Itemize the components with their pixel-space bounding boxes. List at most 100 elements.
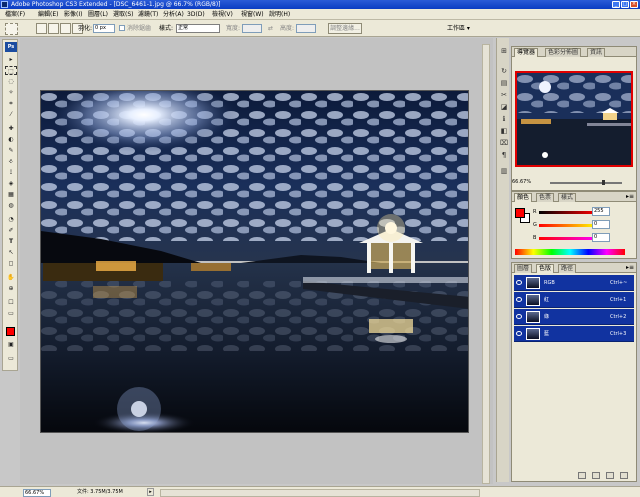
delete-channel-icon[interactable]	[620, 472, 628, 479]
blue-slider[interactable]	[539, 237, 597, 240]
new-selection-icon[interactable]	[36, 23, 47, 34]
eye-icon[interactable]	[516, 297, 522, 302]
magic-wand-tool-icon[interactable]: ✧	[5, 88, 17, 97]
eye-icon[interactable]	[516, 280, 522, 285]
feather-input[interactable]: 0 px	[93, 24, 115, 33]
healing-brush-tool-icon[interactable]: ✚	[5, 124, 17, 133]
green-value-input[interactable]: 0	[592, 220, 610, 229]
width-input[interactable]	[242, 24, 262, 33]
dock-measurement-icon[interactable]: ⌧	[499, 138, 509, 148]
move-tool-icon[interactable]: ▸	[5, 55, 17, 64]
save-selection-icon[interactable]	[592, 472, 600, 479]
panel-menu-icon[interactable]: ▸≡	[626, 264, 634, 272]
close-button[interactable]: ×	[630, 1, 638, 8]
dock-history-icon[interactable]: ↻	[499, 66, 509, 76]
tab-channels[interactable]: 色版	[536, 264, 555, 273]
eye-icon[interactable]	[516, 331, 522, 336]
subtract-selection-icon[interactable]	[60, 23, 71, 34]
tab-layers[interactable]: 圖層	[514, 264, 533, 273]
foreground-color-swatch-panel[interactable]	[515, 208, 525, 218]
clone-stamp-tool-icon[interactable]: ✎	[5, 146, 17, 155]
tab-histogram[interactable]: 色彩分佈圖	[545, 48, 582, 57]
add-to-selection-icon[interactable]	[48, 23, 59, 34]
dodge-tool-icon[interactable]: ◍	[5, 201, 17, 210]
screen-mode-icon[interactable]: ▭	[5, 354, 17, 363]
new-channel-icon[interactable]	[606, 472, 614, 479]
tab-color[interactable]: 顏色	[514, 193, 533, 202]
history-brush-tool-icon[interactable]: ⎀	[5, 157, 17, 166]
menu-edit[interactable]: 編輯(E)	[38, 11, 58, 18]
color-spectrum-bar[interactable]	[515, 249, 625, 255]
swap-icon[interactable]: ⇄	[268, 25, 273, 32]
tab-swatches[interactable]: 色票	[536, 193, 555, 202]
hand-tool-icon[interactable]: ✋	[5, 273, 17, 282]
menu-image[interactable]: 影像(I)	[64, 11, 82, 18]
brush-tool-icon[interactable]: ◐	[5, 135, 17, 144]
eyedropper-tool-icon[interactable]: ▭	[5, 309, 17, 318]
channel-row-green[interactable]: 綠 Ctrl+2	[514, 309, 634, 325]
menu-file[interactable]: 檔案(F)	[5, 11, 25, 18]
antialias-checkbox[interactable]	[119, 25, 125, 31]
navigator-zoom-value[interactable]: 66.67%	[512, 179, 531, 186]
red-value-input[interactable]: 255	[592, 207, 610, 216]
dock-clone-source-icon[interactable]: ◧	[499, 126, 509, 136]
dock-info-icon[interactable]: ℹ	[499, 114, 509, 124]
shape-tool-icon[interactable]: ◻	[5, 259, 17, 268]
maximize-button[interactable]: □	[621, 1, 629, 8]
dock-actions-icon[interactable]: ▤	[499, 78, 509, 88]
channel-row-rgb[interactable]: RGB Ctrl+~	[514, 275, 634, 291]
crop-tool-icon[interactable]: ⌗	[5, 99, 17, 108]
dock-brushes-icon[interactable]: ◪	[499, 102, 509, 112]
menu-analysis[interactable]: 分析(A)	[163, 11, 184, 18]
menu-layer[interactable]: 圖層(L)	[88, 11, 108, 18]
menu-window[interactable]: 視窗(W)	[241, 11, 264, 18]
marquee-tool-icon[interactable]: ⬚	[5, 66, 17, 75]
pen-tool-icon[interactable]: ◔	[5, 215, 17, 224]
slice-tool-icon[interactable]: ⁄	[5, 110, 17, 119]
notes-tool-icon[interactable]: ☐	[5, 298, 17, 307]
status-zoom-input[interactable]: 66.67%	[23, 489, 51, 497]
menu-filter[interactable]: 濾鏡(T)	[138, 11, 158, 18]
tab-info[interactable]: 資訊	[587, 48, 606, 57]
vertical-scrollbar[interactable]	[482, 44, 490, 484]
photoshop-logo[interactable]: Ps	[5, 42, 17, 52]
eye-icon[interactable]	[516, 314, 522, 319]
menu-help[interactable]: 說明(H)	[269, 11, 290, 18]
dock-tool-presets-icon[interactable]: ✂	[499, 90, 509, 100]
dock-layer-comps-icon[interactable]: ⊞	[499, 46, 509, 56]
panel-menu-icon[interactable]: ▸≡	[626, 193, 634, 201]
tab-paths[interactable]: 路徑	[558, 264, 577, 273]
navigator-zoom-slider[interactable]	[550, 180, 622, 185]
height-input[interactable]	[296, 24, 316, 33]
tab-styles[interactable]: 樣式	[558, 193, 577, 202]
document-image[interactable]	[40, 90, 469, 433]
channel-row-blue[interactable]: 藍 Ctrl+3	[514, 326, 634, 342]
dock-animation-icon[interactable]: ▥	[499, 166, 509, 176]
dock-paragraph-icon[interactable]: ¶	[499, 150, 509, 160]
tab-navigator[interactable]: 導覽器	[514, 48, 539, 57]
minimize-button[interactable]: _	[612, 1, 620, 8]
workspace-menu[interactable]: 工作區 ▾	[447, 23, 481, 34]
status-menu-arrow-icon[interactable]: ▸	[147, 488, 154, 496]
foreground-color-swatch[interactable]	[6, 327, 15, 336]
zoom-slider-knob[interactable]	[602, 180, 605, 185]
blue-value-input[interactable]: 0	[592, 233, 610, 242]
eraser-tool-icon[interactable]: ⟟	[5, 168, 17, 177]
red-slider[interactable]	[539, 211, 597, 214]
green-slider[interactable]	[539, 224, 597, 227]
blur-tool-icon[interactable]: ▦	[5, 190, 17, 199]
type-tool-icon[interactable]: T	[5, 237, 17, 246]
menu-3d[interactable]: 3D(D)	[187, 11, 205, 18]
marquee-tool-preset-icon[interactable]	[5, 23, 18, 35]
load-selection-icon[interactable]	[578, 472, 586, 479]
menu-select[interactable]: 選取(S)	[113, 11, 134, 18]
style-select[interactable]: 正常	[176, 24, 220, 33]
direct-selection-tool-icon[interactable]: ↖	[5, 248, 17, 257]
quick-mask-icon[interactable]: ▣	[5, 340, 17, 349]
gradient-tool-icon[interactable]: ◈	[5, 179, 17, 188]
navigator-preview[interactable]	[515, 71, 633, 167]
path-selection-tool-icon[interactable]: ✐	[5, 226, 17, 235]
lasso-tool-icon[interactable]: ◌	[5, 77, 17, 86]
refine-edge-button[interactable]: 調整邊緣...	[328, 23, 362, 34]
channel-row-red[interactable]: 紅 Ctrl+1	[514, 292, 634, 308]
